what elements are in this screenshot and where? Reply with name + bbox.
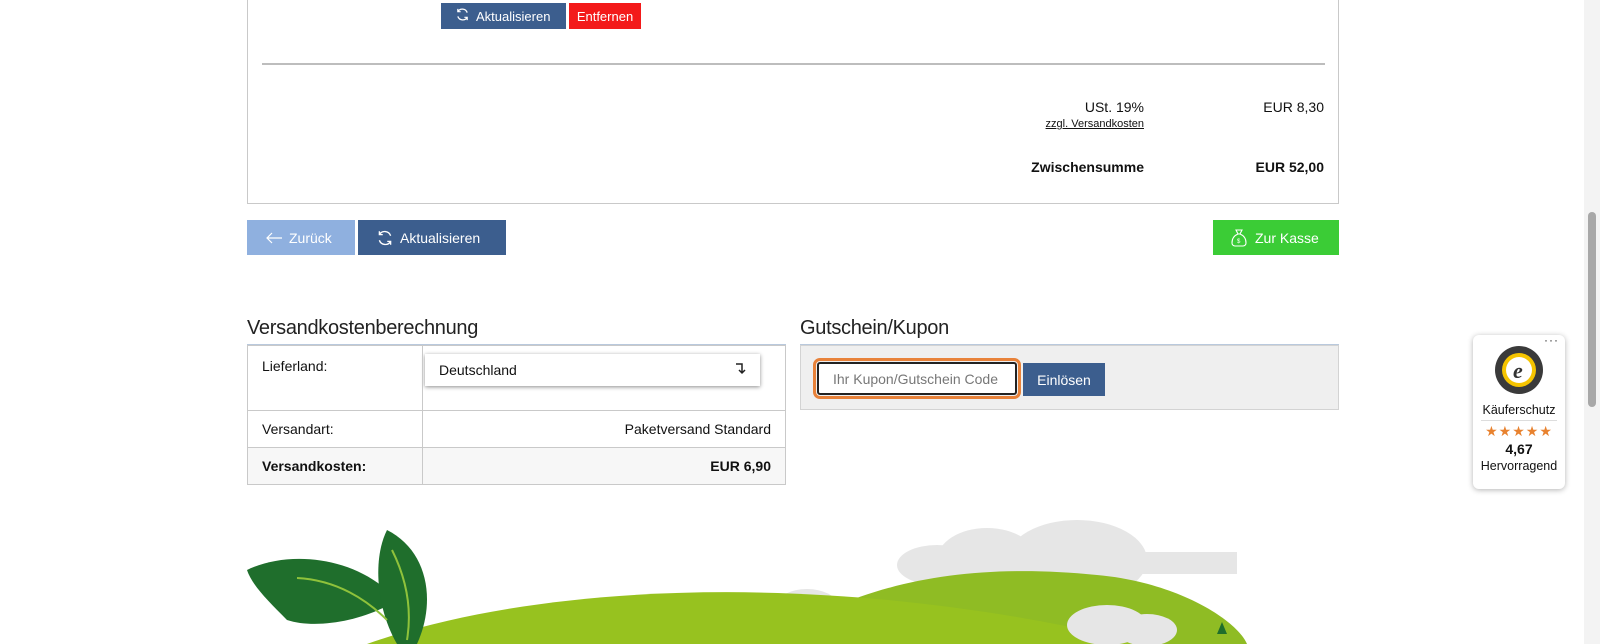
- arrow-down-return-icon: [734, 362, 746, 379]
- rating-stars: ★★★★★: [1485, 423, 1553, 439]
- update-item-button[interactable]: Aktualisieren: [441, 3, 566, 29]
- shipping-row-country: Lieferland: Deutschland: [247, 345, 786, 411]
- shipping-row-cost: Versandkosten: EUR 6,90: [247, 447, 786, 485]
- method-value: Paketversand Standard: [422, 410, 786, 448]
- update-cart-label: Aktualisieren: [400, 229, 481, 246]
- shipping-row-method: Versandart: Paketversand Standard: [247, 410, 786, 448]
- rating-grade: Hervorragend: [1480, 459, 1558, 473]
- update-item-label: Aktualisieren: [476, 8, 551, 24]
- coupon-section-title: Gutschein/Kupon: [800, 317, 949, 339]
- remove-item-button[interactable]: Entfernen: [569, 3, 641, 29]
- shipping-section-title: Versandkostenberechnung: [247, 317, 479, 339]
- country-select-value: Deutschland: [439, 362, 517, 378]
- shipping-table: Lieferland: Deutschland Versandart: Pake…: [247, 345, 786, 485]
- coupon-input[interactable]: [813, 358, 1021, 399]
- buyer-protection-label: Käuferschutz: [1482, 403, 1556, 417]
- checkout-button[interactable]: $ Zur Kasse: [1213, 220, 1339, 255]
- redeem-label: Einlösen: [1037, 371, 1091, 388]
- country-select[interactable]: Deutschland: [425, 354, 760, 386]
- tax-value: EUR 8,30: [1263, 99, 1324, 115]
- tax-label: USt. 19%: [1084, 99, 1144, 115]
- arrow-left-icon: [265, 232, 283, 244]
- checkout-label: Zur Kasse: [1255, 229, 1319, 246]
- cart-divider: [262, 63, 1325, 65]
- country-label: Lieferland:: [247, 345, 423, 411]
- subtotal-value: EUR 52,00: [1255, 159, 1324, 175]
- svg-text:$: $: [1237, 239, 1241, 245]
- money-bag-icon: $: [1229, 228, 1249, 248]
- scrollbar-thumb[interactable]: [1588, 212, 1596, 407]
- subtotal-label: Zwischensumme: [1031, 159, 1144, 175]
- landscape-illustration: [247, 520, 1247, 644]
- coupon-box: Einlösen: [800, 345, 1339, 410]
- svg-text:e: e: [1513, 358, 1523, 383]
- rating-value: 4,67: [1505, 441, 1533, 457]
- redeem-button[interactable]: Einlösen: [1023, 363, 1105, 396]
- trusted-shops-seal-icon: e: [1494, 345, 1544, 400]
- cost-value: EUR 6,90: [422, 447, 786, 485]
- trusted-shops-badge[interactable]: ··· e Käuferschutz ★★★★★ 4,67 Hervorrage…: [1473, 333, 1565, 489]
- remove-item-label: Entfernen: [576, 8, 634, 24]
- refresh-icon: [376, 229, 394, 247]
- update-cart-button[interactable]: Aktualisieren: [358, 220, 506, 255]
- cost-label: Versandkosten:: [247, 447, 423, 485]
- trusted-shops-separator: [1481, 420, 1557, 421]
- cart-summary-box: [247, 0, 1339, 204]
- country-cell: Deutschland: [422, 345, 786, 411]
- refresh-icon: [455, 7, 470, 25]
- back-button[interactable]: Zurück: [247, 220, 355, 255]
- method-label: Versandart:: [247, 410, 423, 448]
- more-options-icon[interactable]: ···: [1544, 333, 1559, 347]
- shipping-cost-link[interactable]: zzgl. Versandkosten: [1000, 118, 1144, 130]
- page-scrollbar[interactable]: [1584, 0, 1600, 644]
- back-label: Zurück: [289, 229, 332, 246]
